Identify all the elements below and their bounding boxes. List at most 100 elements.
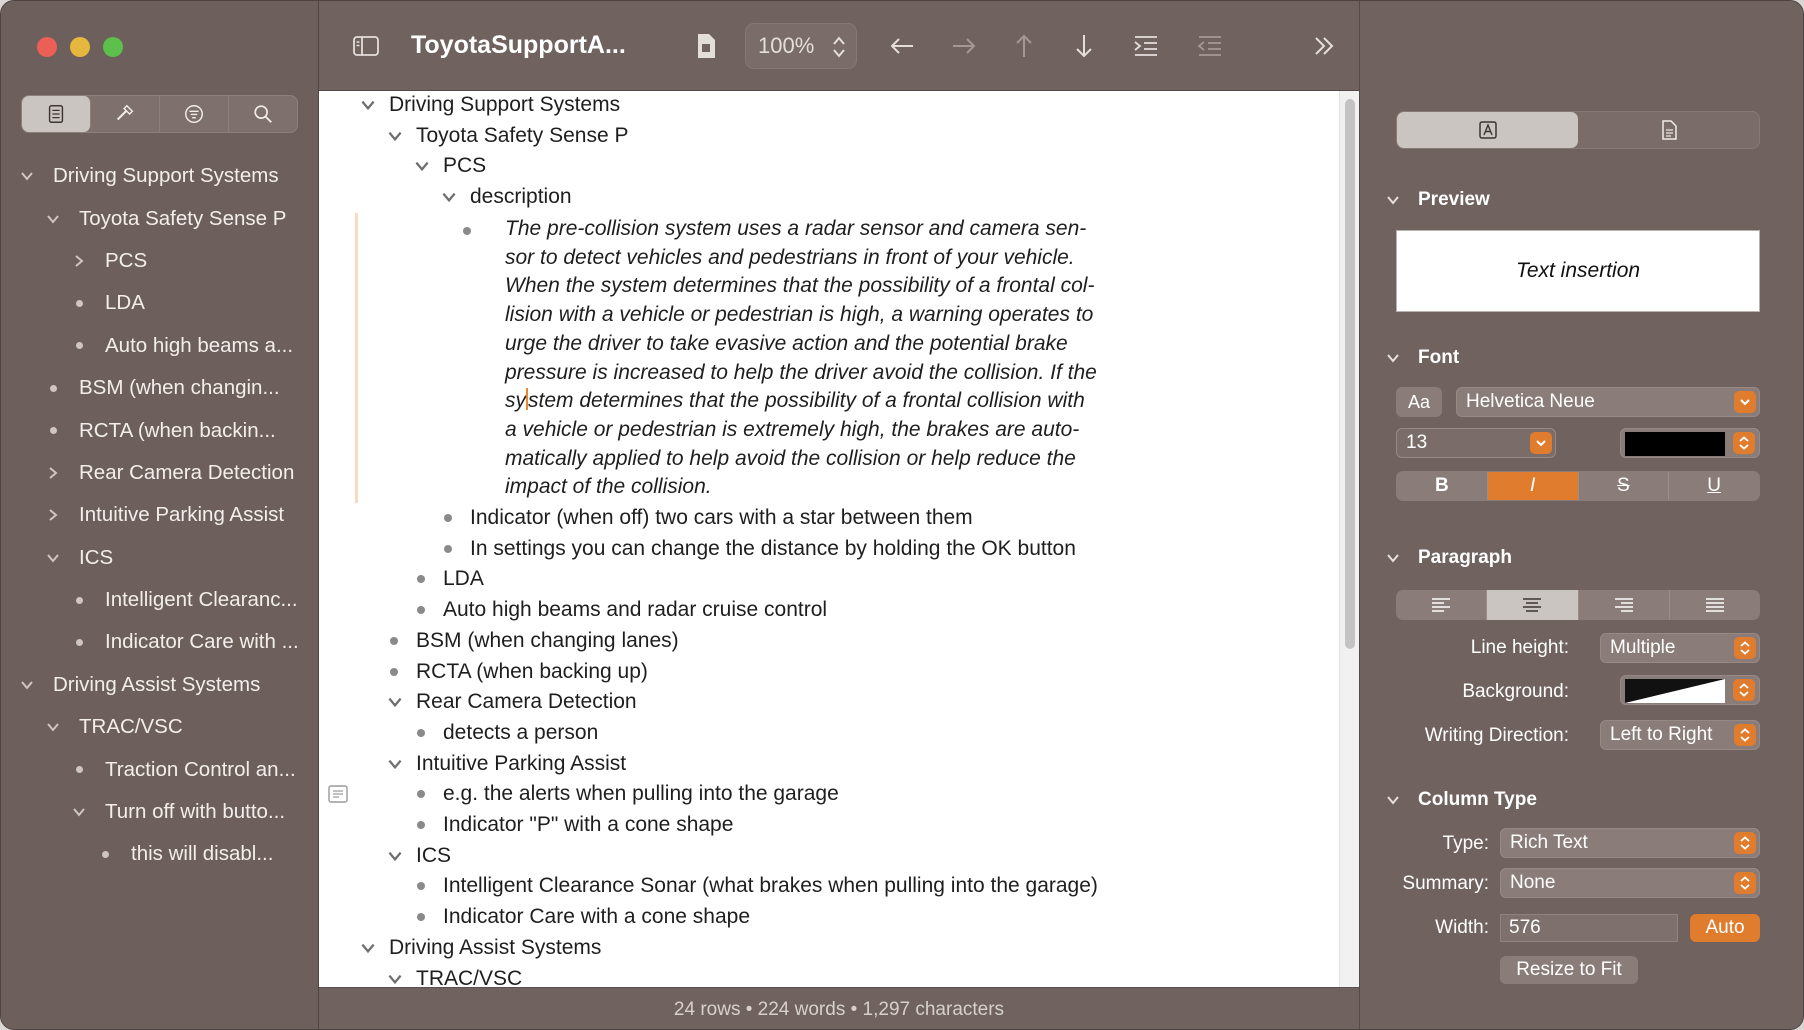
outline-row[interactable]: Indicator Care with a cone shape [403, 902, 750, 932]
minimize-window-button[interactable] [70, 37, 90, 57]
sidebar-tree-item[interactable]: Auto high beams a... [1, 325, 319, 367]
outline-row[interactable]: RCTA (when backing up) [376, 657, 648, 687]
sidebar-tree-item[interactable]: BSM (when changin... [1, 367, 319, 409]
chevron-down-icon[interactable] [386, 970, 404, 988]
outline-row[interactable]: Intuitive Parking Assist [376, 749, 626, 779]
sidebar-tree-item[interactable]: Driving Support Systems [1, 155, 319, 197]
outline-row[interactable]: e.g. the alerts when pulling into the ga… [403, 779, 839, 809]
sidebar-tree-item[interactable]: Traction Control an... [1, 748, 319, 790]
document-settings-button[interactable] [689, 29, 723, 63]
outline-row[interactable]: ICS [376, 841, 451, 871]
chevron-down-icon[interactable] [45, 211, 61, 227]
chevron-down-icon[interactable] [386, 847, 404, 865]
document-tab[interactable] [1578, 112, 1759, 148]
outline-editor[interactable]: The pre-collision system uses a radar se… [319, 91, 1339, 987]
preview-section-header[interactable]: Preview [1386, 189, 1490, 211]
align-center-button[interactable] [1487, 590, 1579, 620]
bold-button[interactable]: B [1397, 472, 1488, 500]
resize-to-fit-button[interactable]: Resize to Fit [1500, 956, 1638, 984]
summary-select[interactable]: None [1500, 868, 1760, 898]
search-tab[interactable] [229, 96, 297, 132]
font-section-header[interactable]: Font [1386, 347, 1459, 369]
sidebar-tree-item[interactable]: Driving Assist Systems [1, 664, 319, 706]
move-down-button[interactable] [1067, 29, 1101, 63]
sidebar-tree-item[interactable]: Intuitive Parking Assist [1, 494, 319, 536]
font-color-well[interactable] [1620, 428, 1760, 458]
sidebar-tree-item[interactable]: ICS [1, 537, 319, 579]
sidebar-tree-item[interactable]: Toyota Safety Sense P [1, 197, 319, 239]
chevron-down-icon[interactable] [386, 755, 404, 773]
scrollbar-thumb[interactable] [1345, 99, 1355, 649]
sidebar-tree-item[interactable]: LDA [1, 282, 319, 324]
sidebar-tree-item[interactable]: TRAC/VSC [1, 706, 319, 748]
move-right-button[interactable] [947, 29, 981, 63]
chevron-down-icon[interactable] [71, 804, 87, 820]
outline-row[interactable]: PCS [403, 151, 486, 181]
strikethrough-button[interactable]: S [1579, 472, 1670, 500]
close-window-button[interactable] [37, 37, 57, 57]
move-left-button[interactable] [885, 29, 919, 63]
description-note-text[interactable]: The pre-collision system uses a radar se… [505, 215, 1155, 502]
outline-row[interactable]: Indicator "P" with a cone shape [403, 810, 733, 840]
font-panel-button[interactable]: Aa [1396, 387, 1442, 417]
chevron-right-icon[interactable] [71, 253, 87, 269]
chevron-right-icon[interactable] [45, 507, 61, 523]
outline-row[interactable]: description [430, 182, 572, 212]
sidebar-tree-item[interactable]: RCTA (when backin... [1, 409, 319, 451]
move-up-button[interactable] [1007, 29, 1041, 63]
indent-button[interactable] [1129, 29, 1163, 63]
outline-row[interactable]: Intelligent Clearance Sonar (what brakes… [403, 871, 1098, 901]
sidebar-tree-item[interactable]: this will disabl... [1, 833, 319, 875]
zoom-control[interactable]: 100% [745, 23, 857, 69]
outline-row[interactable]: Indicator (when off) two cars with a sta… [430, 503, 973, 533]
writing-direction-select[interactable]: Left to Right [1600, 720, 1760, 750]
chevron-right-icon[interactable] [45, 465, 61, 481]
zoom-window-button[interactable] [103, 37, 123, 57]
outline-row[interactable]: Rear Camera Detection [376, 687, 637, 717]
outline-row[interactable]: Driving Assist Systems [349, 933, 601, 963]
column-width-input[interactable]: 576 [1500, 914, 1678, 942]
outline-tab[interactable] [22, 96, 91, 132]
align-right-button[interactable] [1579, 590, 1670, 620]
sidebar-tree-item[interactable]: Intelligent Clearanc... [1, 579, 319, 621]
chevron-down-icon[interactable] [45, 719, 61, 735]
chevron-down-icon[interactable] [440, 188, 458, 206]
align-justify-button[interactable] [1670, 590, 1760, 620]
background-color-well[interactable] [1620, 675, 1760, 705]
outline-row[interactable]: Auto high beams and radar cruise control [403, 595, 827, 625]
outdent-button[interactable] [1193, 29, 1227, 63]
outline-row[interactable]: BSM (when changing lanes) [376, 626, 679, 656]
outline-row[interactable]: TRAC/VSC [376, 964, 522, 988]
note-icon[interactable] [327, 783, 349, 805]
align-left-button[interactable] [1396, 590, 1488, 620]
sidebar-tree-item[interactable]: PCS [1, 240, 319, 282]
line-height-select[interactable]: Multiple [1600, 633, 1760, 663]
sidebar-toggle-button[interactable] [349, 29, 383, 63]
sidebar-tree-item[interactable]: Indicator Care with ... [1, 621, 319, 663]
font-family-select[interactable]: Helvetica Neue [1456, 387, 1760, 417]
text-style-tab[interactable] [1397, 112, 1578, 148]
sidebar-tree-item[interactable]: Rear Camera Detection [1, 452, 319, 494]
outline-row[interactable]: In settings you can change the distance … [430, 534, 1076, 564]
outline-row[interactable]: detects a person [403, 718, 598, 748]
chevron-down-icon[interactable] [19, 168, 35, 184]
chevron-down-icon[interactable] [359, 96, 377, 114]
chevron-down-icon[interactable] [413, 157, 431, 175]
paragraph-section-header[interactable]: Paragraph [1386, 547, 1512, 569]
chevron-down-icon[interactable] [45, 550, 61, 566]
outline-row[interactable]: Toyota Safety Sense P [376, 121, 628, 151]
outline-row[interactable]: Driving Support Systems [349, 91, 620, 120]
column-type-select[interactable]: Rich Text [1500, 828, 1760, 858]
chevron-down-icon[interactable] [386, 693, 404, 711]
vertical-scrollbar[interactable] [1339, 91, 1359, 987]
auto-width-button[interactable]: Auto [1690, 914, 1760, 942]
font-size-select[interactable]: 13 [1396, 428, 1556, 458]
more-tools-button[interactable] [1307, 29, 1341, 63]
italic-button[interactable]: I [1487, 472, 1579, 500]
underline-button[interactable]: U [1669, 472, 1759, 500]
column-type-section-header[interactable]: Column Type [1386, 789, 1537, 811]
chevron-down-icon[interactable] [386, 127, 404, 145]
filter-tab[interactable] [160, 96, 229, 132]
sidebar-tree-item[interactable]: Turn off with butto... [1, 791, 319, 833]
chevron-down-icon[interactable] [19, 677, 35, 693]
